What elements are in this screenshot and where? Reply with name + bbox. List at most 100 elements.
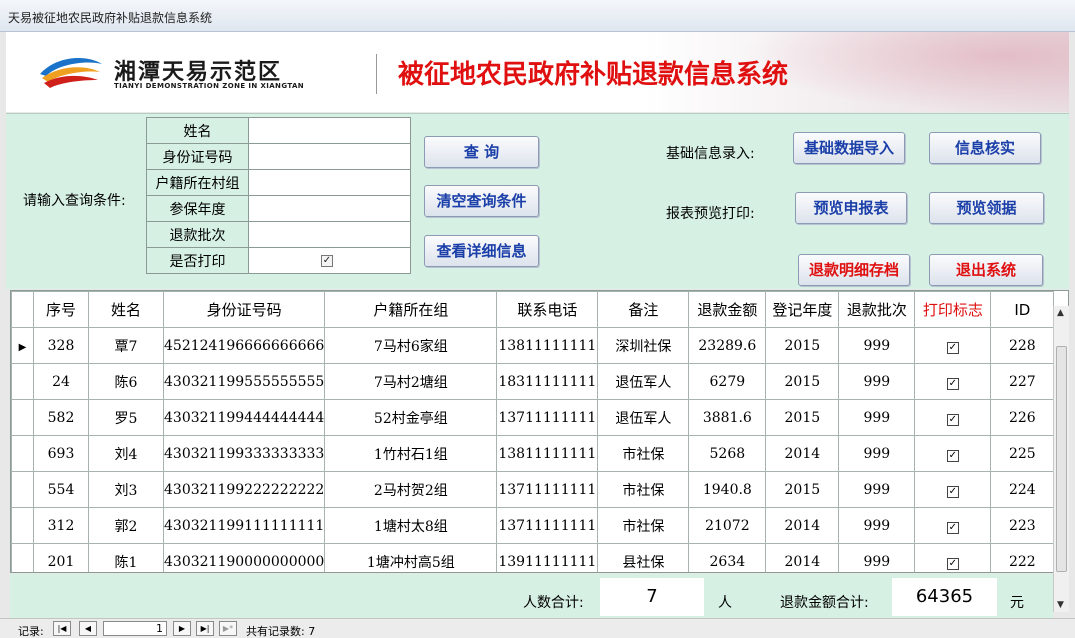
cell-printed[interactable]: ✓ (914, 363, 992, 400)
cell-idcard[interactable]: 430321199333333333 (162, 435, 326, 472)
cell-note[interactable]: 退伍军人 (597, 363, 690, 400)
cell-batch[interactable]: 999 (838, 471, 916, 508)
cell-year[interactable]: 2015 (765, 363, 840, 400)
first-record-button[interactable]: |◀ (53, 621, 71, 636)
column-header-amount[interactable]: 退款金额 (688, 291, 767, 328)
cell-printed[interactable]: ✓ (914, 543, 992, 572)
exit-system-button[interactable]: 退出系统 (929, 254, 1043, 286)
cell-amount[interactable]: 23289.6 (688, 327, 767, 364)
cell-name[interactable]: 刘4 (88, 435, 164, 472)
verify-info-button[interactable]: 信息核实 (929, 132, 1041, 164)
cell-year[interactable]: 2015 (765, 327, 840, 364)
cell-year[interactable]: 2015 (765, 471, 840, 508)
cell-group[interactable]: 7马村6家组 (324, 327, 498, 364)
cell-group[interactable]: 2马村贺2组 (324, 471, 498, 508)
view-detail-button[interactable]: 查看详细信息 (424, 235, 539, 267)
cell-id[interactable]: 226 (990, 399, 1055, 436)
import-data-button[interactable]: 基础数据导入 (793, 132, 905, 164)
cell-name[interactable]: 罗5 (88, 399, 164, 436)
cell-phone[interactable]: 13911111111 (496, 543, 599, 572)
printed-flag-checkbox[interactable]: ✓ (946, 341, 959, 354)
cell-phone[interactable]: 13711111111 (496, 399, 599, 436)
cell-amount[interactable]: 6279 (688, 363, 767, 400)
cell-phone[interactable]: 13711111111 (496, 507, 599, 544)
table-row[interactable]: 582 罗5 430321199444444444 52村金亭组 13711111111… (11, 399, 1055, 436)
cell-id[interactable]: 225 (990, 435, 1055, 472)
cell-year[interactable]: 2014 (765, 435, 840, 472)
cell-year[interactable]: 2015 (765, 399, 840, 436)
row-selector[interactable] (11, 507, 34, 544)
column-header-year[interactable]: 登记年度 (765, 291, 840, 328)
cell-amount[interactable]: 2634 (688, 543, 767, 572)
cell-printed[interactable]: ✓ (914, 435, 992, 472)
column-header-batch[interactable]: 退款批次 (838, 291, 916, 328)
printed-flag-checkbox[interactable]: ✓ (946, 485, 959, 498)
year-input[interactable] (248, 195, 411, 222)
cell-seq[interactable]: 24 (33, 363, 89, 400)
prev-record-button[interactable]: ◀ (79, 621, 97, 636)
cell-idcard[interactable]: 430321199555555555 (162, 363, 326, 400)
cell-name[interactable]: 刘3 (88, 471, 164, 508)
row-selector[interactable]: ▶ (11, 327, 34, 364)
cell-name[interactable]: 郭2 (88, 507, 164, 544)
new-record-button[interactable]: ▶* (219, 621, 237, 636)
printed-flag-checkbox[interactable]: ✓ (946, 413, 959, 426)
cell-idcard[interactable]: 430321199444444444 (162, 399, 326, 436)
search-button[interactable]: 查 询 (424, 136, 539, 168)
printed-flag-checkbox[interactable]: ✓ (946, 557, 959, 570)
cell-note[interactable]: 市社保 (597, 507, 690, 544)
row-selector[interactable] (11, 435, 34, 472)
cell-batch[interactable]: 999 (838, 363, 916, 400)
cell-printed[interactable]: ✓ (914, 507, 992, 544)
cell-group[interactable]: 1竹村石1组 (324, 435, 498, 472)
column-header-id[interactable]: ID (990, 291, 1055, 328)
table-row[interactable]: 24 陈6 430321199555555555 7马村2塘组 18311111111 退… (11, 363, 1055, 400)
cell-id[interactable]: 227 (990, 363, 1055, 400)
current-record-input[interactable]: 1 (103, 621, 167, 636)
cell-id[interactable]: 222 (990, 543, 1055, 572)
cell-batch[interactable]: 999 (838, 507, 916, 544)
table-row[interactable]: 554 刘3 430321199222222222 2马村贺2组 13711111111… (11, 471, 1055, 508)
last-record-button[interactable]: ▶| (196, 621, 214, 636)
column-header-note[interactable]: 备注 (597, 291, 690, 328)
batch-input[interactable] (248, 221, 411, 248)
cell-phone[interactable]: 18311111111 (496, 363, 599, 400)
cell-phone[interactable]: 13711111111 (496, 471, 599, 508)
column-header-seq[interactable]: 序号 (33, 291, 89, 328)
cell-note[interactable]: 退伍军人 (597, 399, 690, 436)
cell-idcard[interactable]: 452124196666666666 (162, 327, 326, 364)
cell-printed[interactable]: ✓ (914, 327, 992, 364)
cell-name[interactable]: 陈6 (88, 363, 164, 400)
cell-amount[interactable]: 5268 (688, 435, 767, 472)
cell-seq[interactable]: 693 (33, 435, 89, 472)
cell-name[interactable]: 覃7 (88, 327, 164, 364)
row-selector[interactable] (11, 543, 34, 572)
preview-report-button[interactable]: 预览申报表 (795, 192, 907, 224)
cell-seq[interactable]: 582 (33, 399, 89, 436)
cell-year[interactable]: 2014 (765, 543, 840, 572)
cell-id[interactable]: 224 (990, 471, 1055, 508)
column-header-group[interactable]: 户籍所在组 (324, 291, 498, 328)
cell-idcard[interactable]: 430321199222222222 (162, 471, 326, 508)
cell-group[interactable]: 1塘冲村高5组 (324, 543, 498, 572)
next-record-button[interactable]: ▶ (173, 621, 191, 636)
cell-amount[interactable]: 1940.8 (688, 471, 767, 508)
cell-seq[interactable]: 554 (33, 471, 89, 508)
cell-id[interactable]: 223 (990, 507, 1055, 544)
cell-id[interactable]: 228 (990, 327, 1055, 364)
column-header-phone[interactable]: 联系电话 (496, 291, 599, 328)
clear-query-button[interactable]: 清空查询条件 (424, 185, 539, 217)
preview-receipt-button[interactable]: 预览领据 (929, 192, 1044, 224)
cell-seq[interactable]: 312 (33, 507, 89, 544)
table-row[interactable]: 693 刘4 430321199333333333 1竹村石1组 13811111111… (11, 435, 1055, 472)
row-selector[interactable] (11, 399, 34, 436)
cell-amount[interactable]: 3881.6 (688, 399, 767, 436)
archive-details-button[interactable]: 退款明细存档 (798, 254, 910, 286)
scroll-up-icon[interactable]: ▲ (1057, 308, 1064, 318)
column-header-idcard[interactable]: 身份证号码 (162, 291, 326, 328)
name-input[interactable] (248, 117, 411, 144)
column-header-name[interactable]: 姓名 (88, 291, 164, 328)
cell-seq[interactable]: 328 (33, 327, 89, 364)
column-header-printed[interactable]: 打印标志 (914, 291, 992, 328)
table-row[interactable]: ▶ 328 覃7 452124196666666666 7马村6家组 1381111111… (11, 327, 1055, 364)
